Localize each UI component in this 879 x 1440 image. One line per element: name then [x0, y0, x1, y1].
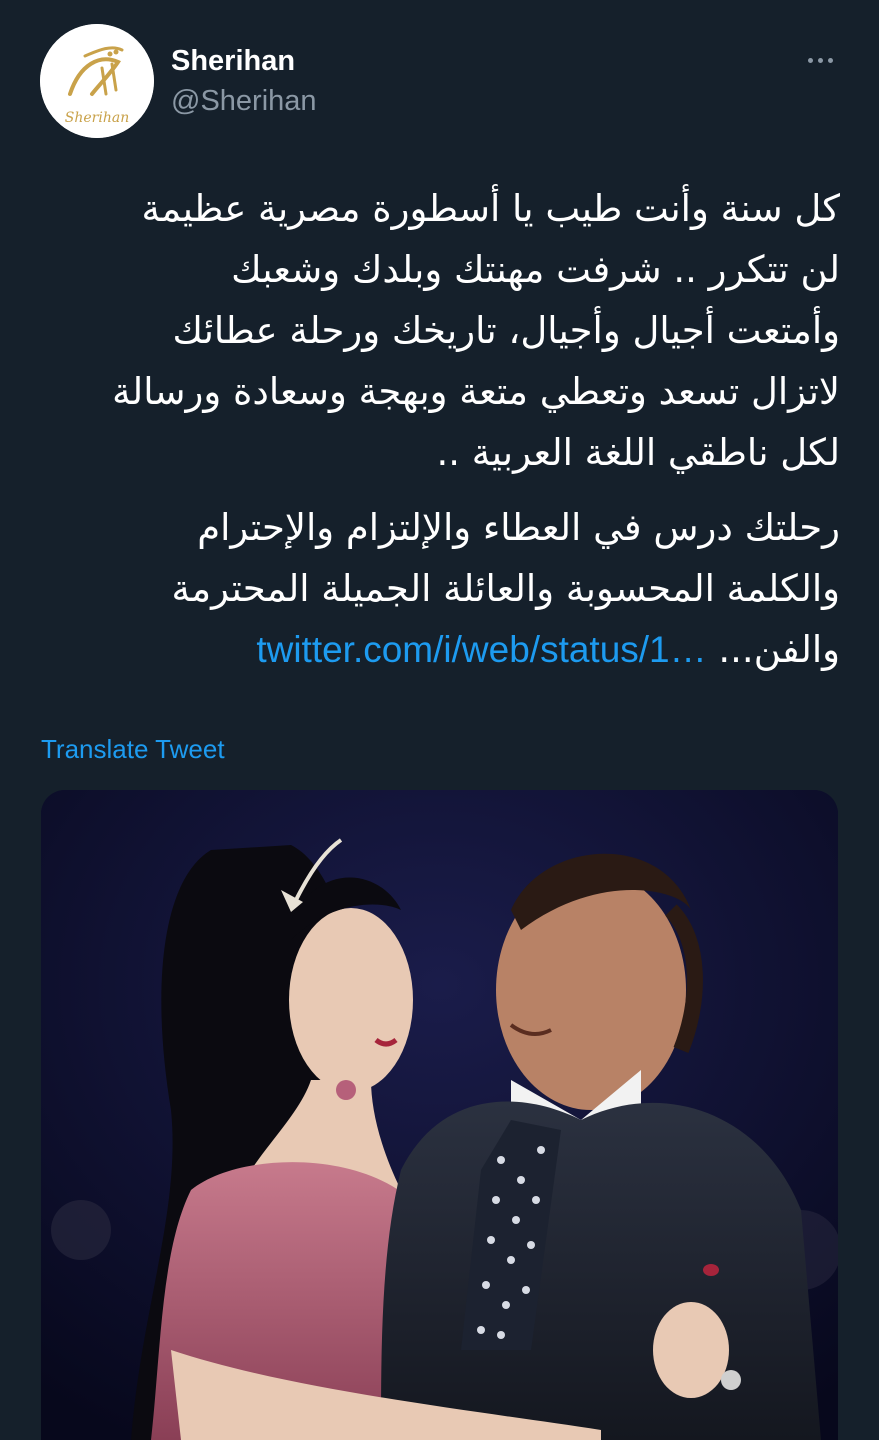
tweet-paragraph-1: كل سنة وأنت طيب يا أسطورة مصرية عظيمة لن…: [40, 178, 840, 483]
tweet-line: رحلتك درس في العطاء والإلتزام والإحترام: [197, 506, 840, 549]
user-handle[interactable]: @Sherihan: [171, 82, 317, 120]
sherihan-logo-icon: Sherihan: [40, 24, 154, 138]
tweet-link[interactable]: twitter.com/i/web/status/1…: [256, 629, 706, 670]
tweet-text: كل سنة وأنت طيب يا أسطورة مصرية عظيمة لن…: [40, 178, 840, 680]
tweet-paragraph-2: رحلتك درس في العطاء والإلتزام والإحترام …: [40, 497, 840, 680]
avatar[interactable]: Sherihan: [40, 24, 154, 138]
tweet-line: لكل ناطقي اللغة العربية ..: [436, 431, 840, 474]
tweet-line: لاتزال تسعد وتعطي متعة وبهجة وسعادة ورسا…: [112, 370, 840, 413]
tweet-line: والفن...: [718, 628, 840, 671]
more-horizontal-icon[interactable]: [800, 48, 840, 72]
translate-tweet-link[interactable]: Translate Tweet: [41, 734, 225, 765]
tweet-line: والكلمة المحسوبة والعائلة الجميلة المحتر…: [171, 567, 840, 610]
tweet-header: Sherihan Sherihan @Sherihan: [40, 24, 840, 140]
display-name[interactable]: Sherihan: [171, 42, 317, 80]
tweet-line: لن تتكرر .. شرفت مهنتك وبلدك وشعبك: [231, 248, 840, 291]
photo-illustration: [41, 790, 838, 1440]
tweet-photo[interactable]: [41, 790, 838, 1440]
tweet-line: كل سنة وأنت طيب يا أسطورة مصرية عظيمة: [141, 187, 840, 230]
avatar-logo-text: Sherihan: [65, 110, 129, 126]
tweet-line: وأمتعت أجيال وأجيال، تاريخك ورحلة عطائك: [172, 309, 840, 352]
author-names: Sherihan @Sherihan: [171, 42, 317, 120]
